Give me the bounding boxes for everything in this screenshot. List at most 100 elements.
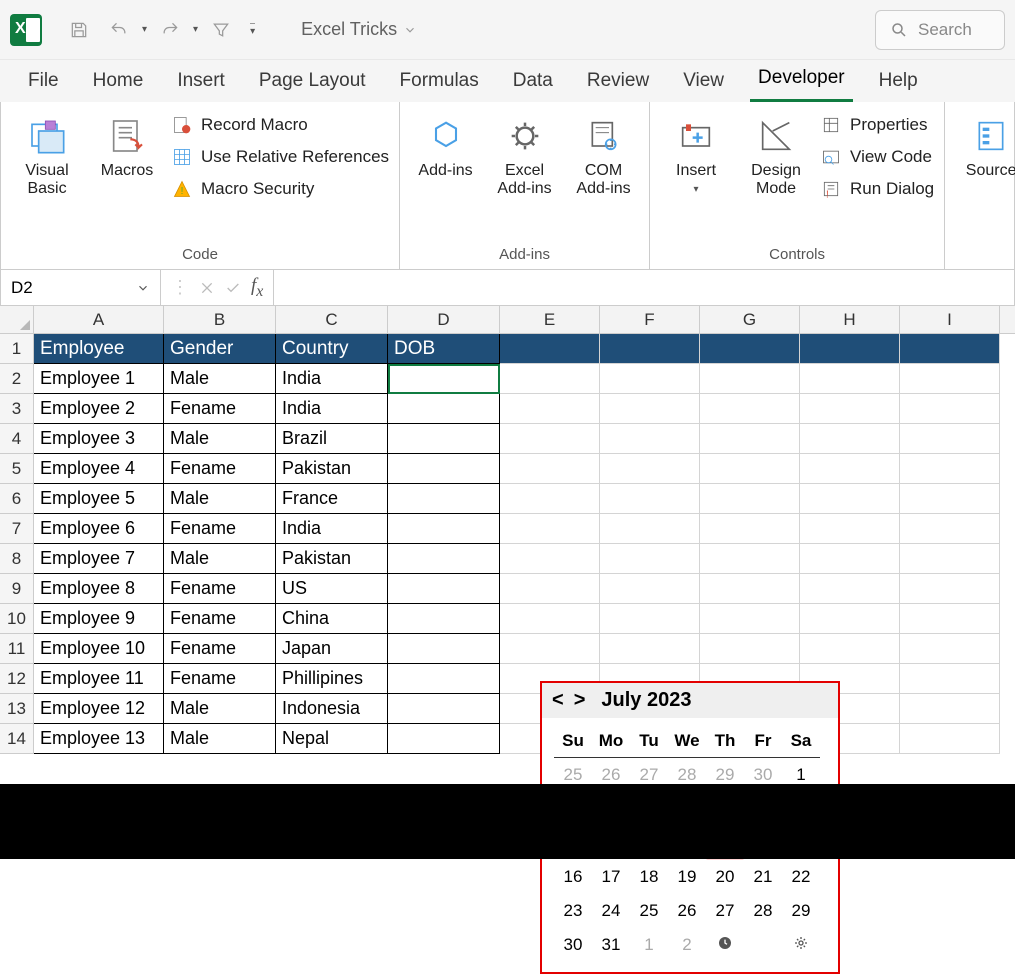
row-header-6[interactable]: 6 [0,484,34,514]
addins-button[interactable]: Add-ins [410,110,481,180]
table-cell[interactable]: Employee 10 [34,634,164,664]
cell[interactable] [900,394,1000,424]
table-cell[interactable] [388,424,500,454]
redo-icon[interactable] [153,13,187,47]
ribbon-tab-review[interactable]: Review [579,64,657,102]
cell[interactable] [700,334,800,364]
name-box[interactable]: D2 [1,270,161,305]
calendar-day[interactable]: 28 [744,894,782,928]
row-header-12[interactable]: 12 [0,664,34,694]
table-cell[interactable]: Fename [164,514,276,544]
cell[interactable] [900,334,1000,364]
column-header-H[interactable]: H [800,306,900,333]
table-cell[interactable]: Employee 13 [34,724,164,754]
table-cell[interactable]: India [276,394,388,424]
save-icon[interactable] [62,13,96,47]
cell[interactable] [800,634,900,664]
table-cell[interactable]: Employee 3 [34,424,164,454]
table-cell[interactable] [388,484,500,514]
ribbon-tab-formulas[interactable]: Formulas [392,64,487,102]
column-header-A[interactable]: A [34,306,164,333]
table-cell[interactable]: India [276,514,388,544]
row-header-4[interactable]: 4 [0,424,34,454]
filter-icon[interactable] [204,13,238,47]
cell[interactable] [700,574,800,604]
table-cell[interactable] [388,664,500,694]
table-cell[interactable] [388,544,500,574]
calendar-day[interactable]: 23 [554,894,592,928]
calendar-day[interactable]: 18 [630,860,668,894]
calendar-clock-icon[interactable] [706,928,744,962]
source-button[interactable]: Source [955,110,1015,180]
cell[interactable] [800,394,900,424]
table-cell[interactable]: US [276,574,388,604]
calendar-day[interactable]: 19 [668,860,706,894]
table-cell[interactable]: Employee 11 [34,664,164,694]
table-cell[interactable]: Employee 12 [34,694,164,724]
table-cell[interactable]: Employee 6 [34,514,164,544]
table-cell[interactable]: Male [164,694,276,724]
cells-grid[interactable]: EmployeeGenderCountryDOBEmployee 1MaleIn… [34,334,1000,754]
undo-icon[interactable] [102,13,136,47]
cell[interactable] [900,664,1000,694]
table-cell[interactable]: Fename [164,604,276,634]
cell[interactable] [600,394,700,424]
ribbon-tab-page-layout[interactable]: Page Layout [251,64,374,102]
table-cell[interactable]: Fename [164,394,276,424]
select-all-corner[interactable] [0,306,34,333]
cell[interactable] [600,364,700,394]
row-header-10[interactable]: 10 [0,604,34,634]
cell[interactable] [600,454,700,484]
cell[interactable] [600,484,700,514]
calendar-prev-button[interactable]: < [552,689,564,712]
cell[interactable] [700,544,800,574]
table-cell[interactable]: Phillipines [276,664,388,694]
row-header-9[interactable]: 9 [0,574,34,604]
table-cell[interactable] [388,514,500,544]
column-header-G[interactable]: G [700,306,800,333]
undo-dropdown-icon[interactable]: ▾ [142,24,147,35]
cell[interactable] [600,514,700,544]
calendar-day[interactable]: 1 [630,928,668,962]
qa-customize-icon[interactable]: ▾ [250,23,255,37]
cell[interactable] [500,634,600,664]
cell[interactable] [800,424,900,454]
cell[interactable] [700,514,800,544]
cell[interactable] [900,544,1000,574]
calendar-day[interactable]: 24 [592,894,630,928]
column-header-F[interactable]: F [600,306,700,333]
table-cell[interactable]: Male [164,544,276,574]
calendar-day[interactable]: 22 [782,860,820,894]
cell[interactable] [600,604,700,634]
cell[interactable] [900,364,1000,394]
use-relative-refs-button[interactable]: Use Relative References [171,146,389,168]
ribbon-tab-file[interactable]: File [20,64,67,102]
row-header-1[interactable]: 1 [0,334,34,364]
column-header-E[interactable]: E [500,306,600,333]
cell[interactable] [800,574,900,604]
table-cell[interactable]: Male [164,724,276,754]
table-cell[interactable] [388,694,500,724]
cell[interactable] [900,484,1000,514]
row-header-8[interactable]: 8 [0,544,34,574]
table-cell[interactable]: Brazil [276,424,388,454]
row-header-14[interactable]: 14 [0,724,34,754]
table-header-cell[interactable]: Country [276,334,388,364]
ribbon-tab-view[interactable]: View [675,64,732,102]
cell[interactable] [500,454,600,484]
calendar-day[interactable]: 29 [782,894,820,928]
table-cell[interactable]: China [276,604,388,634]
formula-menu-icon[interactable]: ⋮ [171,277,189,298]
cell[interactable] [500,574,600,604]
table-header-cell[interactable]: Gender [164,334,276,364]
table-cell[interactable]: India [276,364,388,394]
table-cell[interactable]: Pakistan [276,544,388,574]
cell[interactable] [800,334,900,364]
macros-button[interactable]: Macros [91,110,163,180]
table-cell[interactable]: Employee 9 [34,604,164,634]
cell[interactable] [900,424,1000,454]
calendar-day[interactable]: 31 [592,928,630,962]
cell[interactable] [900,604,1000,634]
calendar-day[interactable]: 20 [706,860,744,894]
cell[interactable] [900,514,1000,544]
